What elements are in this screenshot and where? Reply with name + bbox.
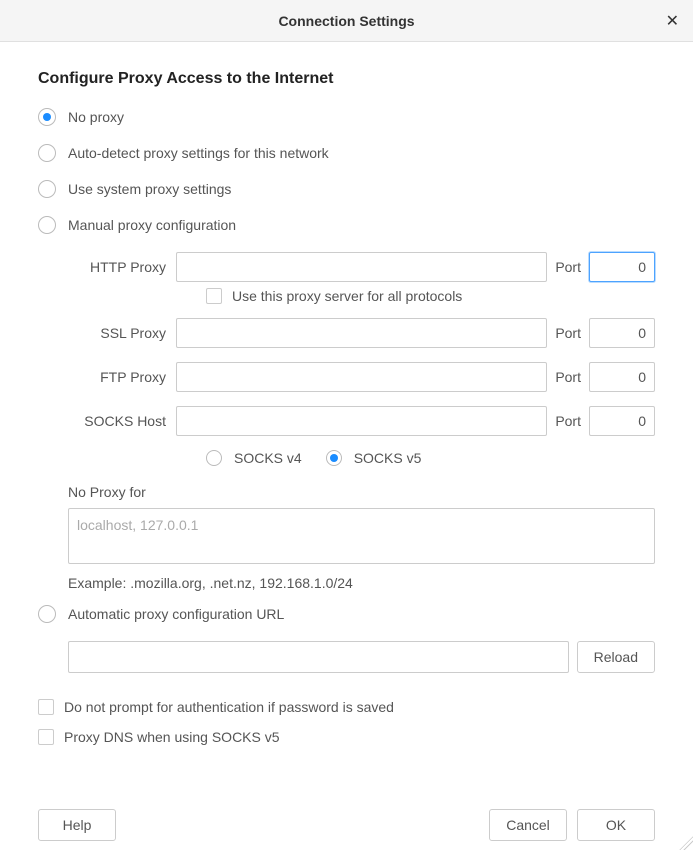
http-proxy-input[interactable] [176, 252, 547, 282]
radio-auto-detect-label: Auto-detect proxy settings for this netw… [68, 145, 329, 161]
ssl-proxy-label: SSL Proxy [68, 325, 176, 341]
socks-v5-row[interactable]: SOCKS v5 [326, 450, 422, 466]
dialog-content: Configure Proxy Access to the Internet N… [0, 42, 693, 779]
radio-manual[interactable] [38, 216, 56, 234]
ssl-port-input[interactable] [589, 318, 655, 348]
http-port-label: Port [547, 259, 589, 275]
page-heading: Configure Proxy Access to the Internet [38, 70, 655, 88]
socks-host-row: SOCKS Host Port [68, 406, 655, 436]
radio-system-row[interactable]: Use system proxy settings [38, 180, 655, 198]
auto-url-input[interactable] [68, 641, 569, 673]
proxy-dns-label: Proxy DNS when using SOCKS v5 [64, 729, 280, 745]
radio-socks-v5[interactable] [326, 450, 342, 466]
radio-no-proxy[interactable] [38, 108, 56, 126]
help-button[interactable]: Help [38, 809, 116, 841]
no-auth-prompt-row[interactable]: Do not prompt for authentication if pass… [38, 699, 655, 715]
proxy-dns-row[interactable]: Proxy DNS when using SOCKS v5 [38, 729, 655, 745]
ftp-proxy-input[interactable] [176, 362, 547, 392]
ftp-proxy-label: FTP Proxy [68, 369, 176, 385]
radio-auto-url[interactable] [38, 605, 56, 623]
no-auth-prompt-checkbox[interactable] [38, 699, 54, 715]
http-proxy-label: HTTP Proxy [68, 259, 176, 275]
use-for-all-row[interactable]: Use this proxy server for all protocols [206, 288, 655, 304]
ftp-port-label: Port [547, 369, 589, 385]
ssl-proxy-input[interactable] [176, 318, 547, 348]
no-proxy-for-label: No Proxy for [68, 484, 655, 500]
radio-manual-row[interactable]: Manual proxy configuration [38, 216, 655, 234]
proxy-dns-checkbox[interactable] [38, 729, 54, 745]
ssl-port-label: Port [547, 325, 589, 341]
dialog-title: Connection Settings [278, 13, 414, 29]
radio-auto-url-label: Automatic proxy configuration URL [68, 606, 284, 622]
no-auth-prompt-label: Do not prompt for authentication if pass… [64, 699, 394, 715]
socks-port-label: Port [547, 413, 589, 429]
radio-manual-label: Manual proxy configuration [68, 217, 236, 233]
http-proxy-row: HTTP Proxy Port [68, 252, 655, 282]
ssl-proxy-row: SSL Proxy Port [68, 318, 655, 348]
cancel-button[interactable]: Cancel [489, 809, 567, 841]
socks-v4-row[interactable]: SOCKS v4 [206, 450, 302, 466]
radio-system-label: Use system proxy settings [68, 181, 231, 197]
socks-v4-label: SOCKS v4 [234, 450, 302, 466]
dialog-footer: Help Cancel OK [0, 809, 693, 841]
radio-no-proxy-label: No proxy [68, 109, 124, 125]
use-for-all-label: Use this proxy server for all protocols [232, 288, 462, 304]
auto-url-row: Reload [68, 641, 655, 673]
socks-version-row: SOCKS v4 SOCKS v5 [206, 450, 655, 466]
radio-socks-v4[interactable] [206, 450, 222, 466]
ftp-proxy-row: FTP Proxy Port [68, 362, 655, 392]
no-proxy-example: Example: .mozilla.org, .net.nz, 192.168.… [68, 575, 655, 591]
reload-button[interactable]: Reload [577, 641, 655, 673]
manual-proxy-grid: HTTP Proxy Port Use this proxy server fo… [68, 252, 655, 466]
socks-host-label: SOCKS Host [68, 413, 176, 429]
radio-auto-detect-row[interactable]: Auto-detect proxy settings for this netw… [38, 144, 655, 162]
ok-button[interactable]: OK [577, 809, 655, 841]
ftp-port-input[interactable] [589, 362, 655, 392]
radio-auto-detect[interactable] [38, 144, 56, 162]
radio-system[interactable] [38, 180, 56, 198]
titlebar: Connection Settings ✕ [0, 0, 693, 42]
socks-host-input[interactable] [176, 406, 547, 436]
socks-v5-label: SOCKS v5 [354, 450, 422, 466]
resize-grip-icon[interactable] [679, 836, 693, 850]
use-for-all-checkbox[interactable] [206, 288, 222, 304]
socks-port-input[interactable] [589, 406, 655, 436]
no-proxy-for-textarea[interactable] [68, 508, 655, 564]
close-icon[interactable]: ✕ [666, 11, 679, 31]
http-port-input[interactable] [589, 252, 655, 282]
radio-no-proxy-row[interactable]: No proxy [38, 108, 655, 126]
radio-auto-url-row[interactable]: Automatic proxy configuration URL [38, 605, 655, 623]
